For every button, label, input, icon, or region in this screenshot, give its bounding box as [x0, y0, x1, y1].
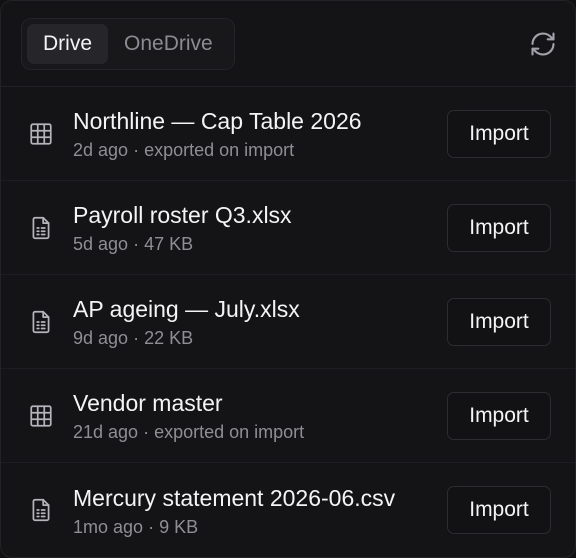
file-details: 2d ago · exported on import — [73, 140, 295, 160]
file-meta: Mercury statement 2026-06.csv 1mo ago · … — [73, 483, 447, 538]
file-details: 9d ago · 22 KB — [73, 328, 194, 348]
file-detail: 22 KB — [144, 328, 194, 348]
file-name[interactable]: Mercury statement 2026-06.csv — [73, 484, 447, 512]
file-detail: exported on import — [144, 140, 295, 160]
import-button[interactable]: Import — [447, 109, 551, 158]
file-age: 1mo ago — [73, 516, 144, 537]
file-age: 5d ago — [73, 234, 129, 254]
file-detail: 9 KB — [159, 516, 199, 537]
file-icon — [27, 308, 55, 336]
list-item: Mercury statement 2026-06.csv 1mo ago · … — [1, 463, 575, 557]
spreadsheet-icon — [27, 402, 55, 430]
file-age: 2d ago — [73, 140, 129, 160]
file-list: Northline — Cap Table 2026 2d ago · expo… — [1, 87, 575, 557]
refresh-icon[interactable] — [527, 28, 559, 60]
file-import-panel: Drive OneDrive Northline — Cap Table 202… — [0, 0, 576, 558]
list-item: Payroll roster Q3.xlsx 5d ago · 47 KB Im… — [1, 181, 575, 275]
spreadsheet-icon — [27, 120, 55, 148]
panel-header: Drive OneDrive — [1, 1, 575, 87]
import-button[interactable]: Import — [447, 486, 551, 534]
list-item: Vendor master 21d ago · exported on impo… — [1, 369, 575, 463]
file-name[interactable]: Payroll roster Q3.xlsx — [73, 201, 447, 229]
import-button[interactable]: Import — [447, 203, 551, 252]
file-meta: Payroll roster Q3.xlsx 5d ago · 47 KB — [73, 200, 447, 255]
file-icon — [27, 214, 55, 242]
file-name[interactable]: Northline — Cap Table 2026 — [73, 107, 447, 135]
file-details: 5d ago · 47 KB — [73, 234, 194, 254]
source-tabs: Drive OneDrive — [21, 18, 235, 70]
import-button[interactable]: Import — [447, 297, 551, 346]
file-detail: exported on import — [154, 422, 305, 442]
file-meta: Vendor master 21d ago · exported on impo… — [73, 388, 447, 443]
file-meta: Northline — Cap Table 2026 2d ago · expo… — [73, 106, 447, 161]
file-meta: AP ageing — July.xlsx 9d ago · 22 KB — [73, 294, 447, 349]
file-detail: 47 KB — [144, 234, 194, 254]
file-age: 9d ago — [73, 328, 129, 348]
list-item: Northline — Cap Table 2026 2d ago · expo… — [1, 87, 575, 181]
tab-onedrive[interactable]: OneDrive — [108, 24, 229, 64]
file-icon — [27, 496, 55, 524]
list-item: AP ageing — July.xlsx 9d ago · 22 KB Imp… — [1, 275, 575, 369]
import-button[interactable]: Import — [447, 391, 551, 440]
file-age: 21d ago — [73, 422, 139, 442]
file-name[interactable]: Vendor master — [73, 389, 447, 417]
file-details: 21d ago · exported on import — [73, 422, 305, 442]
tab-drive[interactable]: Drive — [27, 24, 109, 64]
file-name[interactable]: AP ageing — July.xlsx — [73, 295, 447, 323]
file-details: 1mo ago · 9 KB — [73, 516, 199, 537]
